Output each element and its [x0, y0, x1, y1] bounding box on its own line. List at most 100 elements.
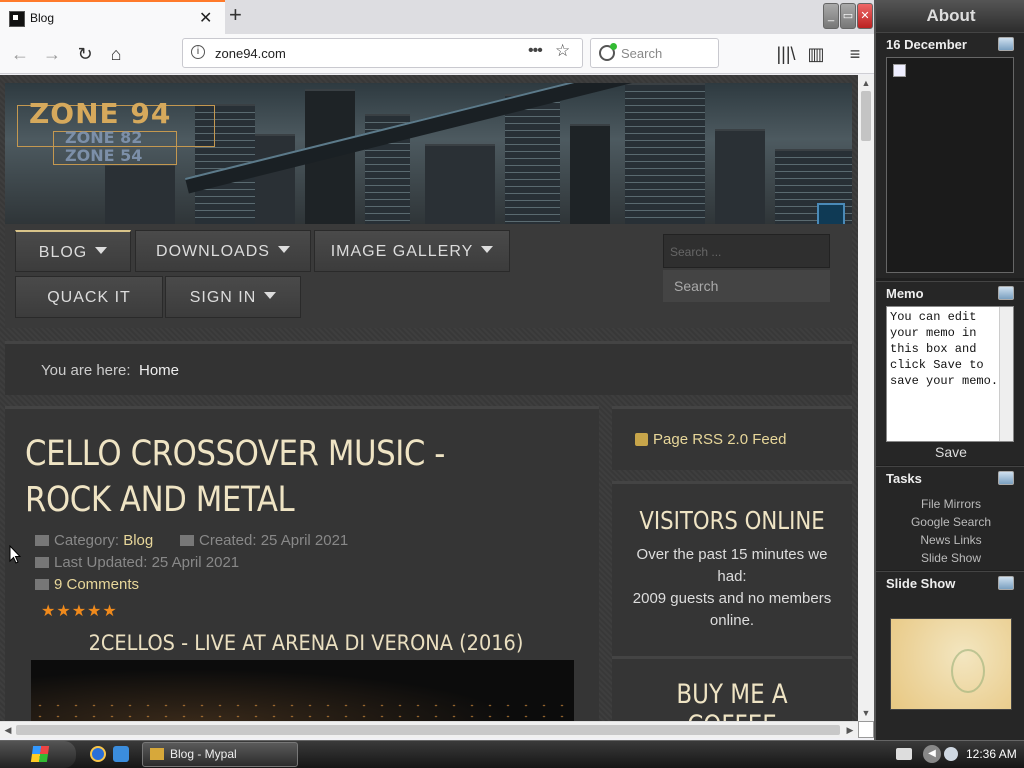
hamburger-menu-icon[interactable]: ≡	[843, 42, 867, 66]
start-button[interactable]	[0, 741, 76, 768]
slideshow-gadget: Slide Show	[876, 571, 1024, 740]
maximize-button[interactable]: ▭	[840, 3, 856, 29]
logo-title: ZONE 94	[29, 97, 172, 130]
memo-gadget-icon[interactable]	[998, 286, 1014, 300]
site-info-icon[interactable]: i	[191, 45, 205, 59]
quicklaunch-ie-icon[interactable]	[113, 746, 129, 762]
chevron-down-icon	[277, 246, 290, 253]
created-date: Created: 25 April 2021	[199, 532, 349, 549]
site-menu: BLOG DOWNLOADS IMAGE GALLERY QUACK IT SI…	[5, 224, 852, 328]
category-link[interactable]: Blog	[123, 532, 153, 549]
site-search-placeholder: Search ...	[670, 245, 722, 259]
visitors-line: Over the past 15 minutes we had:	[636, 546, 828, 585]
menu-item-sign-in[interactable]: SIGN IN	[165, 276, 301, 318]
reload-icon[interactable]: ↻	[73, 42, 97, 66]
menu-item-downloads[interactable]: DOWNLOADS	[135, 230, 311, 272]
banner-building	[505, 94, 560, 224]
tasks-gadget-icon[interactable]	[998, 471, 1014, 485]
banner-building	[425, 144, 495, 224]
tray-expand-icon[interactable]: ◀	[923, 745, 941, 763]
site-logo[interactable]: ZONE 94 ZONE 82 ZONE 54	[15, 97, 215, 165]
scroll-down-icon[interactable]: ▼	[858, 705, 874, 721]
article-title[interactable]: CELLO CROSSOVER MUSIC - ROCK AND METAL	[25, 431, 518, 523]
scroll-left-icon[interactable]: ◀	[0, 722, 16, 738]
memo-save-button[interactable]: Save	[876, 444, 1024, 460]
home-icon[interactable]: ⌂	[104, 42, 128, 66]
video-player[interactable]	[31, 660, 574, 721]
video-title: 2CELLOS - LIVE AT ARENA DI VERONA (2016)	[88, 631, 524, 655]
sidebar-title[interactable]: About	[876, 0, 1024, 32]
updated-date: Last Updated: 25 April 2021	[54, 554, 240, 571]
banner-building	[625, 83, 705, 224]
bookmark-star-icon[interactable]: ☆	[555, 41, 570, 61]
folder-icon	[35, 535, 49, 546]
menu-item-label: BLOG	[38, 244, 88, 261]
slideshow-gadget-icon[interactable]	[998, 576, 1014, 590]
breadcrumb-home[interactable]: Home	[139, 362, 179, 379]
memo-title: Memo	[886, 286, 924, 301]
memo-textarea[interactable]: You can edit your memo in this box and c…	[886, 306, 1014, 442]
coffee-module: BUY ME A COFFEE	[612, 656, 852, 721]
calendar-icon	[180, 535, 194, 546]
logo-line: ZONE 54	[65, 146, 143, 165]
task-link[interactable]: Slide Show	[876, 549, 1024, 567]
article-created: Created: 25 April 2021	[180, 532, 348, 549]
close-tab-icon[interactable]: ✕	[199, 8, 212, 28]
banner-building	[105, 164, 175, 224]
task-link[interactable]: Google Search	[876, 513, 1024, 531]
scroll-right-icon[interactable]: ▶	[842, 722, 858, 738]
taskbar-clock[interactable]: 12:36 AM	[966, 747, 1017, 761]
comments-link[interactable]: 9 Comments	[54, 576, 139, 593]
calendar-icon	[35, 557, 49, 568]
close-window-button[interactable]: ✕	[857, 3, 873, 29]
site-banner[interactable]: ZONE 94 ZONE 82 ZONE 54	[5, 83, 852, 224]
windows-logo-icon	[30, 746, 50, 762]
quicklaunch-browser-icon[interactable]	[90, 746, 106, 762]
vertical-scrollbar[interactable]: ▲ ▼	[858, 75, 874, 721]
video-frame	[31, 700, 574, 721]
article-category: Category: Blog	[35, 532, 153, 549]
scroll-thumb[interactable]	[16, 725, 840, 735]
navigation-toolbar: ← → ↻ ⌂ i zone94.com ••• ☆ Search |||\ ▥…	[0, 34, 874, 74]
task-link[interactable]: File Mirrors	[876, 495, 1024, 513]
rss-link[interactable]: Page RSS 2.0 Feed	[653, 431, 786, 448]
sidebar-icon[interactable]: ▥	[804, 42, 828, 66]
network-icon[interactable]	[944, 747, 958, 761]
keyboard-icon[interactable]	[896, 748, 912, 760]
site-favicon-icon	[9, 11, 25, 27]
article: CELLO CROSSOVER MUSIC - ROCK AND METAL C…	[5, 406, 599, 721]
menu-item-image-gallery[interactable]: IMAGE GALLERY	[314, 230, 510, 272]
category-label: Category:	[54, 532, 120, 549]
library-icon[interactable]: |||\	[774, 42, 798, 66]
scroll-thumb[interactable]	[861, 91, 871, 141]
url-text[interactable]: zone94.com	[215, 46, 286, 61]
page-actions-icon[interactable]: •••	[528, 42, 543, 60]
new-tab-button[interactable]: +	[229, 2, 242, 28]
task-link[interactable]: News Links	[876, 531, 1024, 549]
rating-stars[interactable]: ★★★★★	[41, 601, 118, 621]
site-search-button[interactable]: Search	[663, 270, 830, 302]
tasks-list: File Mirrors Google Search News Links Sl…	[876, 495, 1024, 567]
url-bar[interactable]: i zone94.com ••• ☆	[182, 38, 583, 68]
slideshow-image[interactable]	[890, 618, 1012, 710]
logo-line: ZONE 82	[65, 128, 143, 147]
taskbar-item-label: Blog - Mypal	[170, 747, 237, 761]
scroll-up-icon[interactable]: ▲	[858, 75, 874, 91]
taskbar: Blog - Mypal ◀ 12:36 AM	[0, 740, 1024, 768]
logo-subtitle: ZONE 82 ZONE 54	[65, 129, 142, 165]
back-arrow-icon[interactable]: ←	[8, 42, 32, 66]
horizontal-scrollbar[interactable]: ◀ ▶	[0, 721, 858, 738]
menu-item-blog[interactable]: BLOG	[15, 230, 131, 272]
forward-arrow-icon[interactable]: →	[40, 42, 64, 66]
calendar-gadget-icon[interactable]	[998, 37, 1014, 51]
site-search-input[interactable]: Search ...	[663, 234, 830, 268]
minimize-button[interactable]: _	[823, 3, 839, 29]
menu-item-quack-it[interactable]: QUACK IT	[15, 276, 163, 318]
visitors-title: VISITORS ONLINE	[639, 506, 825, 535]
memo-scrollbar[interactable]	[999, 307, 1013, 441]
tasks-title: Tasks	[886, 471, 922, 486]
browser-search-input[interactable]: Search	[590, 38, 719, 68]
search-engine-icon[interactable]	[599, 43, 617, 61]
taskbar-item-mypal[interactable]: Blog - Mypal	[142, 742, 298, 767]
tab-blog[interactable]: Blog ✕	[0, 0, 225, 34]
